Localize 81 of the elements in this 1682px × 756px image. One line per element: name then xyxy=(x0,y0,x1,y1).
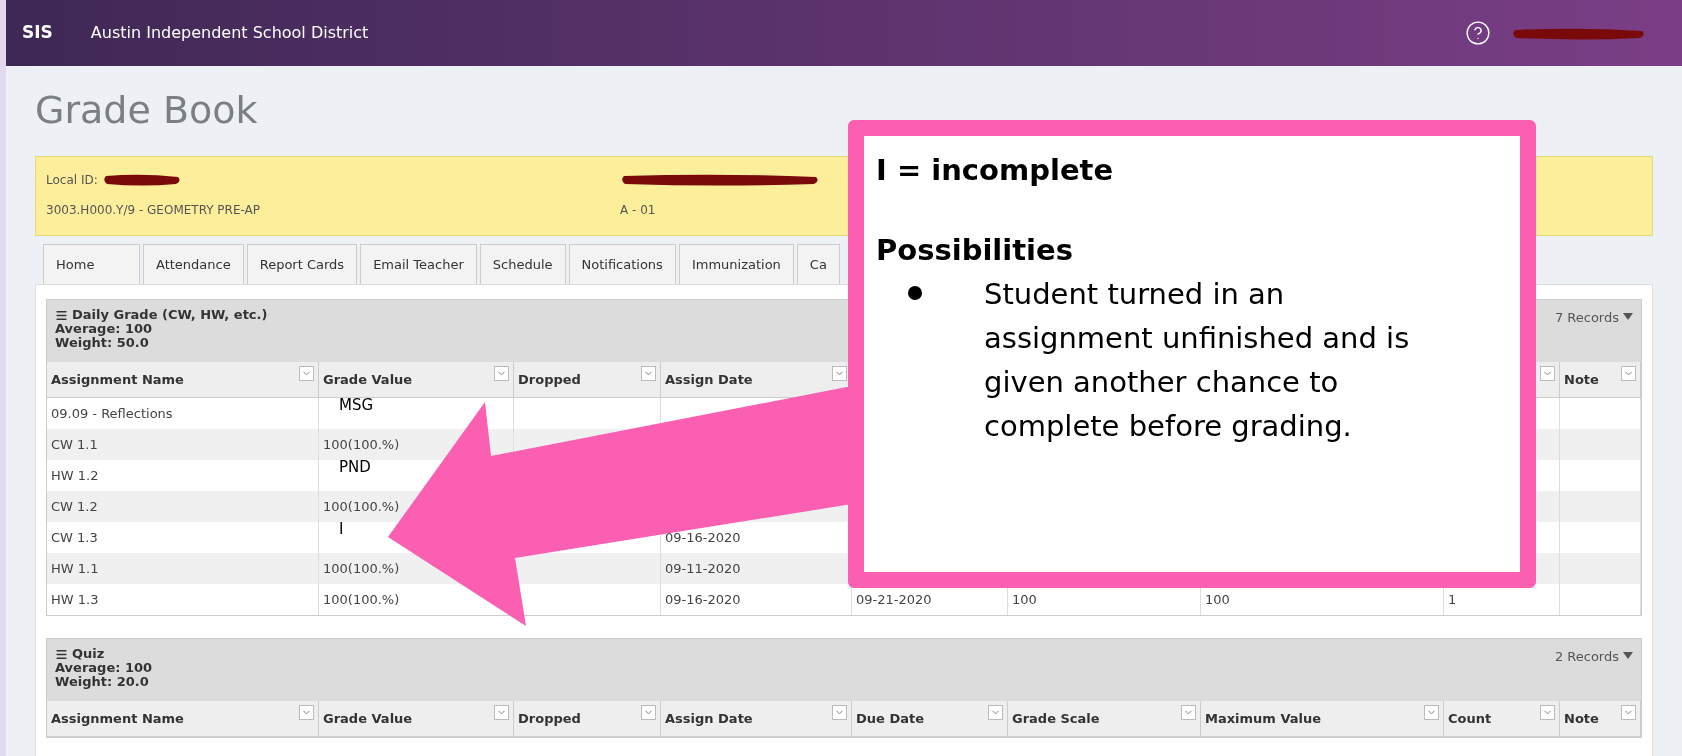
table-cell-text: 09-21-2020 xyxy=(856,590,932,609)
table-cell-text: CW 1.1 xyxy=(51,435,98,454)
column-header: Assign Date xyxy=(665,370,753,389)
local-id-label: Local ID: xyxy=(46,172,98,189)
column-menu-button[interactable] xyxy=(988,705,1003,720)
column-header: Note xyxy=(1564,709,1599,728)
column-menu-button[interactable] xyxy=(1621,705,1636,720)
section-weight: Weight: 50.0 xyxy=(55,336,150,350)
column-menu-button[interactable] xyxy=(299,705,314,720)
callout-heading: I = incomplete xyxy=(876,152,1115,189)
nav-tab[interactable]: Ca xyxy=(796,244,840,284)
table-cell-text: 1 xyxy=(1448,590,1457,609)
caret-icon xyxy=(1623,313,1633,320)
course-section: A - 01 xyxy=(620,201,656,219)
column-menu-button[interactable] xyxy=(641,366,656,381)
bullet-icon xyxy=(908,286,922,300)
column-menu-button[interactable] xyxy=(494,366,509,381)
section-title: Quiz xyxy=(72,647,105,661)
table-cell-text: 100(100.%) xyxy=(323,497,400,516)
callout-text: Student turned in an assignment unfinished and is given another chance to complete before grading. xyxy=(984,276,1411,445)
table-cell-text: CW 1.2 xyxy=(51,497,98,516)
district-name: Austin Independent School District xyxy=(90,22,369,44)
app-logo: SIS xyxy=(22,21,53,45)
nav-tab[interactable]: Attendance xyxy=(143,244,244,284)
column-header: Grade Value xyxy=(323,709,413,728)
table-cell-text: HW 1.1 xyxy=(51,559,99,578)
table-cell-text: 09-16-2020 xyxy=(665,590,741,609)
menu-icon xyxy=(55,647,68,661)
section-average: Average: 100 xyxy=(55,322,154,336)
section-title: Daily Grade (CW, HW, etc.) xyxy=(72,308,268,322)
caret-icon xyxy=(1623,652,1633,659)
table-cell-text: 100(100.%) xyxy=(323,590,400,609)
column-header: Due Date xyxy=(856,709,924,728)
column-header: Assign Date xyxy=(665,709,753,728)
table-cell-text: HW 1.2 xyxy=(51,466,99,485)
column-menu-button[interactable] xyxy=(832,705,847,720)
table-cell-text: HW 1.3 xyxy=(51,590,99,609)
course-name: 3003.H000.Y/9 - GEOMETRY PRE-AP xyxy=(46,202,262,219)
table-cell-text: 09-16-2020 xyxy=(665,528,741,547)
table-cell-text: 100 xyxy=(1012,590,1037,609)
menu-icon xyxy=(55,308,68,322)
table-cell-text: 100 xyxy=(1205,590,1230,609)
column-header: Dropped xyxy=(518,370,581,389)
column-header: Grade Value xyxy=(323,370,413,389)
column-header: Maximum Value xyxy=(1205,709,1322,728)
column-menu-button[interactable] xyxy=(1181,705,1196,720)
nav-tab[interactable]: Email Teacher xyxy=(360,244,477,284)
column-menu-button[interactable] xyxy=(1621,366,1636,381)
table-cell-text: CW 1.3 xyxy=(51,528,98,547)
nav-tab[interactable]: Immunization xyxy=(678,244,794,284)
column-header: Assignment Name xyxy=(51,370,184,389)
column-header: Count xyxy=(1448,709,1492,728)
table-cell-text: 100(100.%) xyxy=(323,435,400,454)
table-cell-text: 100(100.%) xyxy=(323,559,400,578)
nav-tab[interactable]: Notifications xyxy=(568,244,676,284)
records-dropdown[interactable]: 2 Records xyxy=(1554,647,1633,665)
column-menu-button[interactable] xyxy=(641,705,656,720)
section-weight: Weight: 20.0 xyxy=(55,675,150,689)
callout-subheading: Possibilities xyxy=(876,232,1074,269)
help-icon[interactable] xyxy=(1465,20,1491,46)
column-menu-button[interactable] xyxy=(1424,705,1439,720)
records-dropdown[interactable]: 7 Records xyxy=(1554,308,1633,326)
column-header: Grade Scale xyxy=(1012,709,1100,728)
annotation-label: MSG xyxy=(339,395,374,416)
annotation-label: I xyxy=(339,519,344,540)
column-menu-button[interactable] xyxy=(1540,705,1555,720)
nav-tab[interactable]: Report Cards xyxy=(246,244,358,284)
column-header: Dropped xyxy=(518,709,581,728)
section-average: Average: 100 xyxy=(55,661,153,675)
column-header: Note xyxy=(1564,370,1599,389)
nav-tab[interactable]: Home xyxy=(43,244,140,284)
annotation-label: PND xyxy=(339,457,371,478)
page-title: Grade Book xyxy=(35,87,259,134)
column-menu-button[interactable] xyxy=(299,366,314,381)
column-header: Assignment Name xyxy=(51,709,184,728)
column-menu-button[interactable] xyxy=(832,366,847,381)
column-menu-button[interactable] xyxy=(1540,366,1555,381)
table-cell-text: 09-11-2020 xyxy=(665,559,741,578)
table-cell-text: 09.09 - Reflections xyxy=(51,404,173,423)
column-menu-button[interactable] xyxy=(494,705,509,720)
nav-tab[interactable]: Schedule xyxy=(479,244,566,284)
